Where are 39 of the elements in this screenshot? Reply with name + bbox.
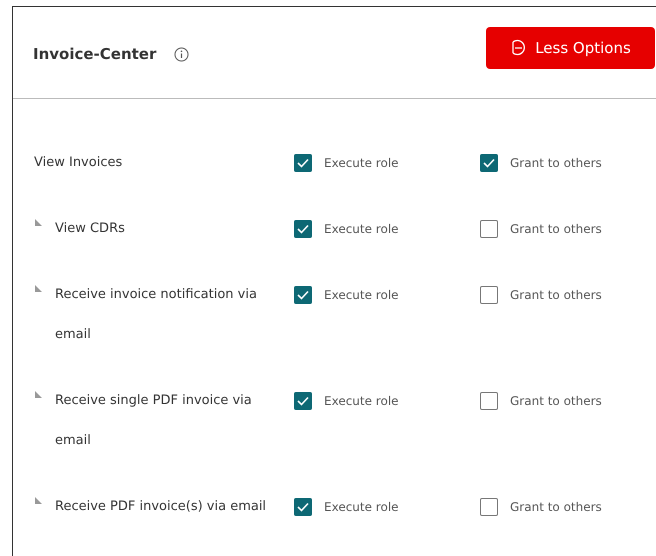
checkbox[interactable] — [294, 154, 312, 172]
check-icon — [297, 396, 309, 406]
checkbox[interactable] — [294, 392, 312, 410]
checkbox-label: Execute role — [324, 500, 399, 514]
permission-label: Receive invoice notification via email — [55, 286, 258, 344]
checkbox[interactable] — [480, 154, 498, 172]
checkbox-label: Grant to others — [510, 222, 602, 236]
check-icon — [297, 502, 309, 512]
checkbox-label: Grant to others — [510, 500, 602, 514]
info-icon[interactable] — [174, 47, 190, 62]
expand-triangle-icon[interactable] — [35, 219, 42, 226]
checkbox-label: Grant to others — [510, 156, 602, 170]
permission-label: Receive single PDF invoice via email — [55, 392, 253, 450]
permission-label: Receive PDF invoice(s) via email — [55, 498, 266, 516]
checkbox-label: Execute role — [324, 288, 399, 302]
checkbox[interactable] — [480, 286, 498, 304]
checkbox-label: Execute role — [324, 222, 399, 236]
checkbox[interactable] — [480, 498, 498, 516]
check-icon — [297, 158, 309, 168]
minus-circle-icon — [510, 39, 526, 56]
checkbox[interactable] — [480, 392, 498, 410]
checkbox[interactable] — [294, 220, 312, 238]
checkbox[interactable] — [480, 220, 498, 238]
panel-title: Invoice-Center — [33, 44, 156, 62]
checkbox-label: Grant to others — [510, 394, 602, 408]
checkbox-label: Execute role — [324, 156, 399, 170]
check-icon — [297, 290, 309, 300]
check-icon — [483, 158, 495, 168]
expand-triangle-icon[interactable] — [35, 391, 42, 398]
less-options-button[interactable]: Less Options — [486, 26, 655, 68]
permission-label: View CDRs — [55, 220, 125, 238]
checkbox[interactable] — [294, 286, 312, 304]
check-icon — [297, 224, 309, 234]
expand-triangle-icon[interactable] — [35, 497, 42, 504]
checkbox[interactable] — [294, 498, 312, 516]
checkbox-label: Execute role — [324, 394, 399, 408]
expand-triangle-icon[interactable] — [35, 285, 42, 292]
permission-label: View Invoices — [34, 154, 122, 172]
checkbox-label: Grant to others — [510, 288, 602, 302]
